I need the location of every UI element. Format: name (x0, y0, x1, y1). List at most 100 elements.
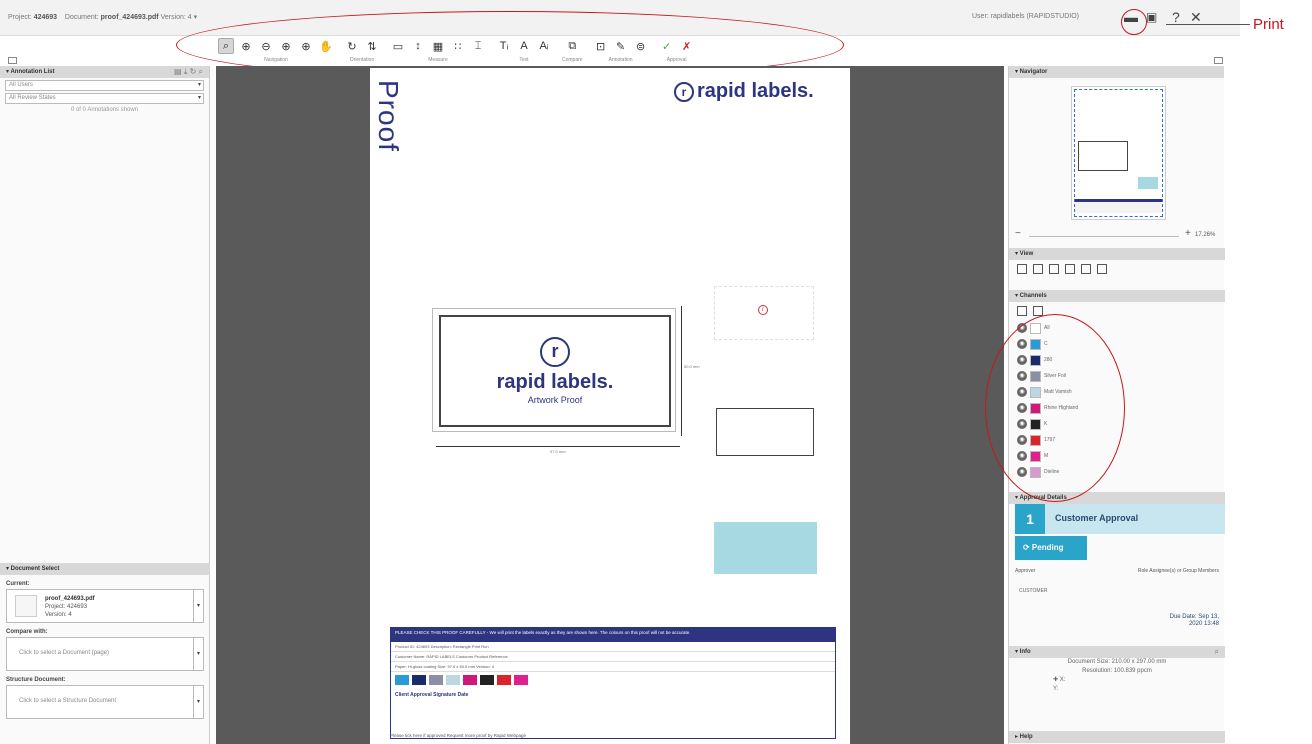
toolbar-tool-icon[interactable]: ▭ (390, 38, 406, 54)
window-icon[interactable]: ▣ (1146, 9, 1157, 25)
document-select-section: ▾ Document Select Current: proof_424693.… (0, 563, 210, 719)
eye-icon[interactable]: ◉ (1017, 371, 1027, 381)
proof-page[interactable]: Proof r rapid labels. r rapid labels. Ar… (370, 68, 850, 744)
toolbar-tool-icon[interactable]: ⊡ (593, 38, 609, 54)
eye-icon[interactable]: ◉ (1017, 323, 1027, 333)
toolbar-tool-icon[interactable]: ✗ (679, 38, 695, 54)
eye-icon[interactable]: ◉ (1017, 403, 1027, 413)
toolbar-tool-icon[interactable]: ✋ (318, 38, 334, 54)
eye-icon[interactable]: ◉ (1017, 387, 1027, 397)
view-overlay-icon[interactable] (1065, 264, 1075, 274)
search-icon[interactable]: ⌕ (1215, 646, 1219, 658)
toolbar-tool-icon[interactable]: ✎ (613, 38, 629, 54)
channel-row[interactable]: ◉ 1797 (1009, 432, 1225, 448)
document-label: Document: (64, 14, 99, 21)
help-section: ▸ Help (1009, 731, 1225, 743)
pending-status-button[interactable]: ⟳ Pending (1015, 536, 1087, 560)
right-panel: ▾ Navigator − + 17.26% ▾ View ▾ Channels… (1008, 66, 1225, 744)
print-callout-line (1166, 24, 1250, 25)
eye-icon[interactable]: ◉ (1017, 435, 1027, 445)
channel-row[interactable]: ◉ C (1009, 336, 1225, 352)
structure-document-select[interactable]: Click to select a Structure Document ▾ (6, 685, 204, 719)
states-select[interactable]: All Review States ▾ (5, 93, 204, 104)
channel-row[interactable]: ◉ Dieline (1009, 464, 1225, 480)
chevron-down-icon[interactable]: ▾ (193, 686, 203, 718)
compare-document-select[interactable]: Click to select a Document (page) ▾ (6, 637, 204, 671)
left-panel: ▾ Annotation List ▤ ⤓ ↻ ⌕ All Users ▾ All… (0, 66, 210, 744)
info-header: ▾ Info ⌕ (1009, 646, 1225, 658)
states-select-value: All Review States (9, 95, 56, 101)
toolbar-tool-icon[interactable]: ⌶ (470, 38, 486, 54)
due-date-label: Due Date: Sep 13, (1169, 614, 1219, 620)
info-title: ▾ Info (1015, 649, 1031, 655)
view-section: ▾ View (1009, 248, 1225, 278)
channel-row[interactable]: ◉ All (1009, 320, 1225, 336)
channel-name: K (1044, 421, 1048, 427)
channel-row[interactable]: ◉ 280 (1009, 352, 1225, 368)
channel-list-icon[interactable] (1017, 306, 1027, 316)
document-canvas[interactable]: Proof r rapid labels. r rapid labels. Ar… (216, 66, 1004, 744)
current-document-box[interactable]: proof_424693.pdf Project: 424693 Version… (6, 589, 204, 623)
toolbar-tool-icon[interactable]: ⊕ (238, 38, 254, 54)
users-select[interactable]: All Users ▾ (5, 80, 204, 91)
toolbar-tool-icon[interactable]: Aᵢ (536, 38, 552, 54)
toolbar-group-label: Annotation (608, 57, 633, 63)
view-fullscreen-icon[interactable] (1097, 264, 1107, 274)
navigator-strip-preview (1075, 199, 1162, 213)
channel-row[interactable]: ◉ M (1009, 448, 1225, 464)
eye-icon[interactable]: ◉ (1017, 339, 1027, 349)
navigator-thumbnail[interactable] (1071, 86, 1166, 220)
toolbar-tool-icon[interactable]: A (516, 38, 532, 54)
eye-icon[interactable]: ◉ (1017, 451, 1027, 461)
zoom-in-icon[interactable]: + (1185, 229, 1191, 239)
channel-row[interactable]: ◉ Silver Foil (1009, 368, 1225, 384)
toolbar-tool-icon[interactable]: ∷ (450, 38, 466, 54)
channel-name: Silver Foil (1044, 373, 1066, 379)
eye-icon[interactable]: ◉ (1017, 467, 1027, 477)
annotation-count: 0 of 0 Annotations shown (70, 107, 139, 113)
toolbar-tool-icon[interactable]: ▦ (430, 38, 446, 54)
view-frame-icon[interactable] (1081, 264, 1091, 274)
zoom-out-icon[interactable]: − (1015, 229, 1021, 239)
toolbar-tool-icon[interactable]: ⊕ (278, 38, 294, 54)
toolbar-tool-icon[interactable]: ⊕ (298, 38, 314, 54)
view-single-icon[interactable] (1017, 264, 1027, 274)
zoom-slider[interactable] (1029, 236, 1179, 237)
toolbar-tool-icon[interactable]: ⊜ (633, 38, 649, 54)
left-panel-toggle-icon[interactable] (8, 57, 17, 64)
version-select[interactable]: Version: 4 ▾ (161, 14, 198, 21)
toolbar-tool-icon[interactable]: ↻ (344, 38, 360, 54)
toolbar-tool-icon[interactable]: Tᵢ (496, 38, 512, 54)
channel-row[interactable]: ◉ Rhine Highland (1009, 400, 1225, 416)
toolbar-tool-icon[interactable]: ↕ (410, 38, 426, 54)
toolbar-tool-icon[interactable]: ✓ (659, 38, 675, 54)
chevron-down-icon[interactable]: ▾ (193, 638, 203, 670)
top-bar: Project: 424693 Document: proof_424693.p… (0, 0, 1240, 36)
channel-contrast-icon[interactable] (1033, 306, 1043, 316)
help-header[interactable]: ▸ Help (1009, 731, 1225, 743)
compare-label: Compare with: (6, 629, 48, 635)
view-layers-icon[interactable] (1033, 264, 1043, 274)
document-value: proof_424693.pdf (100, 14, 159, 21)
toolbar-group-label: Measure (428, 57, 448, 63)
view-separation-icon[interactable] (1049, 264, 1059, 274)
toolbar-tool-icon[interactable]: ⊖ (258, 38, 274, 54)
toolbar-tool-icon[interactable]: ⇅ (364, 38, 380, 54)
eye-icon[interactable]: ◉ (1017, 355, 1027, 365)
toolbar-tool-icon[interactable]: ⧉ (564, 38, 580, 54)
channel-swatch (1030, 386, 1041, 398)
proof-approval-strip: PLEASE CHECK THIS PROOF CAREFULLY - We w… (390, 627, 836, 739)
help-icon[interactable]: ? (1172, 9, 1180, 25)
channel-row[interactable]: ◉ K (1009, 416, 1225, 432)
toolbar-tool-icon[interactable]: ⌕ (218, 38, 234, 54)
chevron-down-icon[interactable]: ▾ (193, 590, 203, 622)
channel-row[interactable]: ◉ Matt Varnish (1009, 384, 1225, 400)
eye-icon[interactable]: ◉ (1017, 419, 1027, 429)
small-r-icon: r (758, 305, 768, 315)
annotation-tools-icons[interactable]: ▤ ⤓ ↻ ⌕ (174, 66, 203, 78)
right-panel-toggle-icon[interactable] (1214, 57, 1223, 64)
close-icon[interactable]: ✕ (1190, 9, 1202, 25)
channel-swatch (1030, 434, 1041, 446)
toolbar-group: ↻ ⇅ Orientation (344, 37, 380, 67)
role-label: Role Assignee(s) or Group Members (1137, 568, 1219, 574)
